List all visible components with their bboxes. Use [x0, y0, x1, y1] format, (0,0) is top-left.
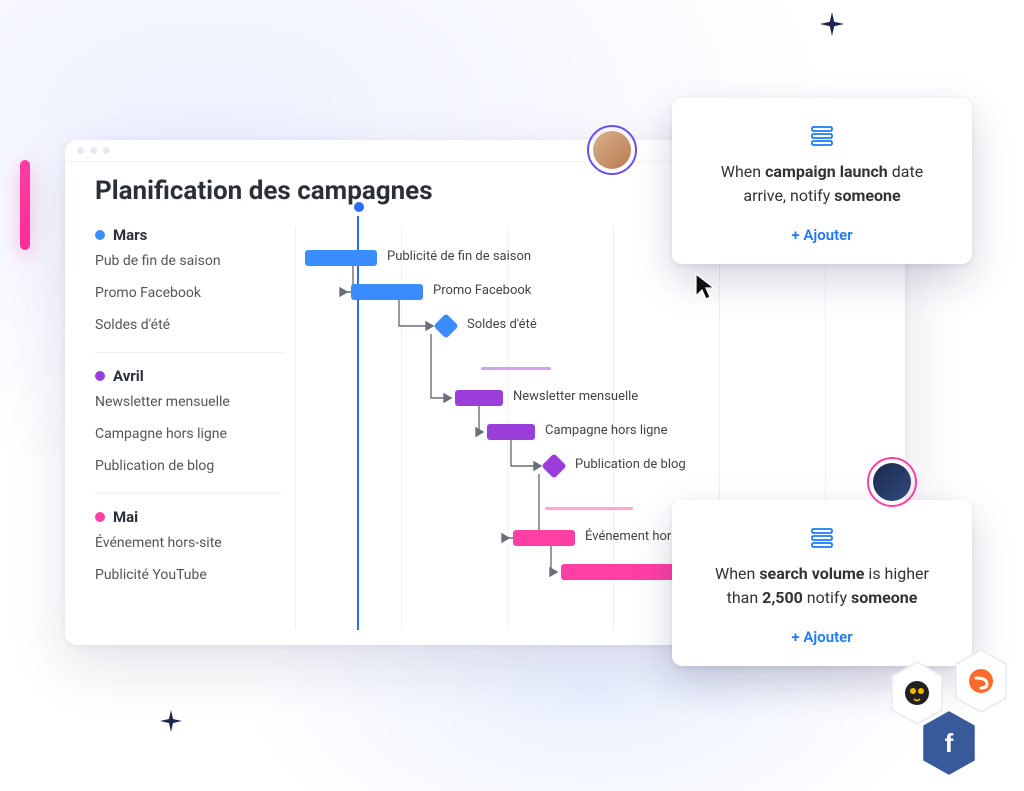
semrush-icon[interactable]: [952, 648, 1010, 714]
gantt-bar[interactable]: [351, 284, 423, 300]
add-automation-button[interactable]: + Ajouter: [698, 628, 946, 646]
facebook-icon[interactable]: f: [920, 710, 978, 776]
campaign-list-item[interactable]: Pub de fin de saison: [95, 254, 285, 268]
automation-card-text: When campaign launch date arrive, notify…: [698, 160, 946, 208]
window-control-dot: [103, 147, 110, 154]
group-color-dot: [95, 230, 105, 240]
group-color-dot: [95, 512, 105, 522]
svg-text:f: f: [945, 728, 954, 758]
group-name: Mars: [113, 226, 147, 244]
progress-indicator: [545, 507, 633, 510]
avatar[interactable]: [590, 128, 634, 172]
automation-card: When campaign launch date arrive, notify…: [672, 98, 972, 264]
group-header[interactable]: Avril: [95, 367, 285, 385]
campaign-sidebar: Mars Pub de fin de saison Promo Facebook So…: [95, 226, 285, 602]
group-color-dot: [95, 371, 105, 381]
gantt-bar[interactable]: [305, 250, 377, 266]
page-title: Planification des campagnes: [95, 176, 433, 206]
campaign-list-item[interactable]: Promo Facebook: [95, 286, 285, 300]
gantt-track: Soldes d'été: [295, 316, 890, 336]
group-header[interactable]: Mars: [95, 226, 285, 244]
cursor-icon: [694, 272, 720, 306]
gantt-milestone[interactable]: [433, 313, 458, 338]
gantt-milestone[interactable]: [541, 453, 566, 478]
window-control-dot: [77, 147, 84, 154]
gantt-bar-label: Campagne hors ligne: [545, 423, 668, 438]
campaign-list-item[interactable]: Publication de blog: [95, 459, 285, 473]
gantt-track: Campagne hors ligne: [295, 422, 890, 442]
gantt-track: Promo Facebook: [295, 282, 890, 302]
gantt-bar-label: Promo Facebook: [433, 283, 531, 298]
window-control-dot: [90, 147, 97, 154]
add-automation-button[interactable]: + Ajouter: [698, 226, 946, 244]
gantt-bar-label: Publication de blog: [575, 457, 686, 472]
gantt-bar-label: Newsletter mensuelle: [513, 389, 638, 404]
group-header[interactable]: Mai: [95, 508, 285, 526]
stack-icon: [698, 126, 946, 146]
avatar[interactable]: [870, 460, 914, 504]
gantt-bar-label: Publicité de fin de saison: [387, 249, 531, 264]
campaign-list-item[interactable]: Newsletter mensuelle: [95, 395, 285, 409]
campaign-list-item[interactable]: Publicité YouTube: [95, 568, 285, 582]
campaign-list-item[interactable]: Événement hors-site: [95, 536, 285, 550]
progress-indicator: [481, 367, 551, 370]
group-name: Mai: [113, 508, 138, 526]
gantt-bar[interactable]: [455, 390, 503, 406]
gantt-track: Newsletter mensuelle: [295, 388, 890, 408]
campaign-list-item[interactable]: Soldes d'été: [95, 318, 285, 332]
stack-icon: [698, 528, 946, 548]
sparkle-icon: [820, 12, 844, 36]
gantt-bar[interactable]: [487, 424, 535, 440]
sparkle-icon: [160, 710, 182, 732]
gantt-track: Publication de blog: [295, 456, 890, 476]
campaign-list-item[interactable]: Campagne hors ligne: [95, 427, 285, 441]
gantt-bar[interactable]: [513, 530, 575, 546]
group-name: Avril: [113, 367, 144, 385]
decorative-pink-pill: [20, 160, 30, 250]
gantt-bar[interactable]: [561, 564, 681, 580]
gantt-bar-label: Soldes d'été: [467, 317, 537, 332]
automation-card: When search volume is higher than 2,500 …: [672, 500, 972, 666]
automation-card-text: When search volume is higher than 2,500 …: [698, 562, 946, 610]
